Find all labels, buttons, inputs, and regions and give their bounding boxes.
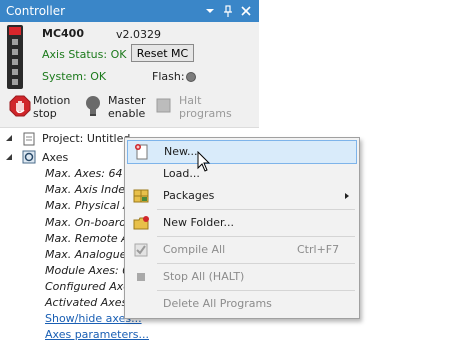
menu-separator xyxy=(157,263,355,264)
stop-hand-icon xyxy=(9,95,31,122)
close-icon[interactable] xyxy=(238,3,254,19)
controller-version: v2.0329 xyxy=(116,28,161,41)
controller-device-icon xyxy=(7,25,23,89)
menu-item-stop-all[interactable]: Stop All (HALT) xyxy=(127,266,355,288)
flash-label: Flash: xyxy=(152,70,185,83)
menu-item-label: Stop All (HALT) xyxy=(163,270,245,283)
axes-info-max-axes: Max. Axes: 64 xyxy=(45,167,123,180)
axes-info-configured: Configured Axe xyxy=(45,280,131,293)
menu-separator xyxy=(157,290,355,291)
project-icon xyxy=(22,132,36,149)
context-menu: New... Load... Packages New Folder... Co… xyxy=(124,137,360,319)
master-enable-label: Master enable xyxy=(108,94,146,120)
controller-name: MC400 xyxy=(42,27,84,40)
submenu-arrow-icon xyxy=(345,193,349,199)
compile-icon xyxy=(133,242,149,258)
panel-title: Controller xyxy=(6,4,66,18)
dropdown-arrow-icon[interactable] xyxy=(202,3,218,19)
menu-item-new[interactable]: New... xyxy=(127,140,357,164)
menu-item-packages[interactable]: Packages xyxy=(127,185,355,207)
controller-panel-titlebar: Controller xyxy=(0,0,259,22)
axis-status: Axis Status: OK xyxy=(42,48,127,61)
menu-item-compile-all[interactable]: Compile All Ctrl+F7 xyxy=(127,239,355,261)
axes-expand-icon[interactable] xyxy=(4,152,14,165)
menu-separator xyxy=(157,209,355,210)
axes-info-max-analogue: Max. Analogue xyxy=(45,248,127,261)
pin-icon[interactable] xyxy=(220,3,236,19)
new-file-icon xyxy=(134,144,150,160)
axes-info-max-onboard: Max. On-board xyxy=(45,216,127,229)
menu-item-load[interactable]: Load... xyxy=(127,163,355,185)
motion-stop-label: Motion stop xyxy=(33,94,71,120)
tree-item-axes[interactable]: Axes xyxy=(42,151,68,164)
axes-info-max-axis-index: Max. Axis Index xyxy=(45,183,132,196)
axes-icon xyxy=(22,150,36,167)
axes-info-max-remote: Max. Remote A xyxy=(45,232,129,245)
menu-item-label: Load... xyxy=(163,167,200,180)
axes-parameters-link[interactable]: Axes parameters... xyxy=(45,328,149,341)
stop-icon xyxy=(133,269,149,285)
menu-item-shortcut: Ctrl+F7 xyxy=(297,243,340,256)
menu-item-new-folder[interactable]: New Folder... xyxy=(127,212,355,234)
menu-item-label: New... xyxy=(164,145,198,158)
lightbulb-icon xyxy=(84,95,102,122)
halt-programs-label: Halt programs xyxy=(179,94,232,120)
mouse-cursor-icon xyxy=(197,150,211,176)
menu-item-label: Packages xyxy=(163,189,215,202)
system-status: System: OK xyxy=(42,70,107,83)
new-folder-icon xyxy=(133,215,149,231)
menu-item-label: New Folder... xyxy=(163,216,234,229)
axes-info-activated: Activated Axes xyxy=(45,296,128,309)
menu-item-delete-all-programs[interactable]: Delete All Programs xyxy=(127,293,355,315)
menu-separator xyxy=(157,236,355,237)
flash-indicator-icon xyxy=(186,72,196,82)
menu-item-label: Delete All Programs xyxy=(163,297,272,310)
tree-item-project[interactable]: Project: Untitled xyxy=(42,132,130,145)
reset-mc-button[interactable]: Reset MC xyxy=(131,44,194,62)
axes-info-max-physical: Max. Physical A xyxy=(45,199,131,212)
axes-info-module-axes: Module Axes: 0 xyxy=(45,264,130,277)
packages-icon xyxy=(133,188,149,204)
menu-item-label: Compile All xyxy=(163,243,226,256)
project-expand-icon[interactable] xyxy=(4,133,14,146)
halt-square-icon xyxy=(155,95,173,118)
